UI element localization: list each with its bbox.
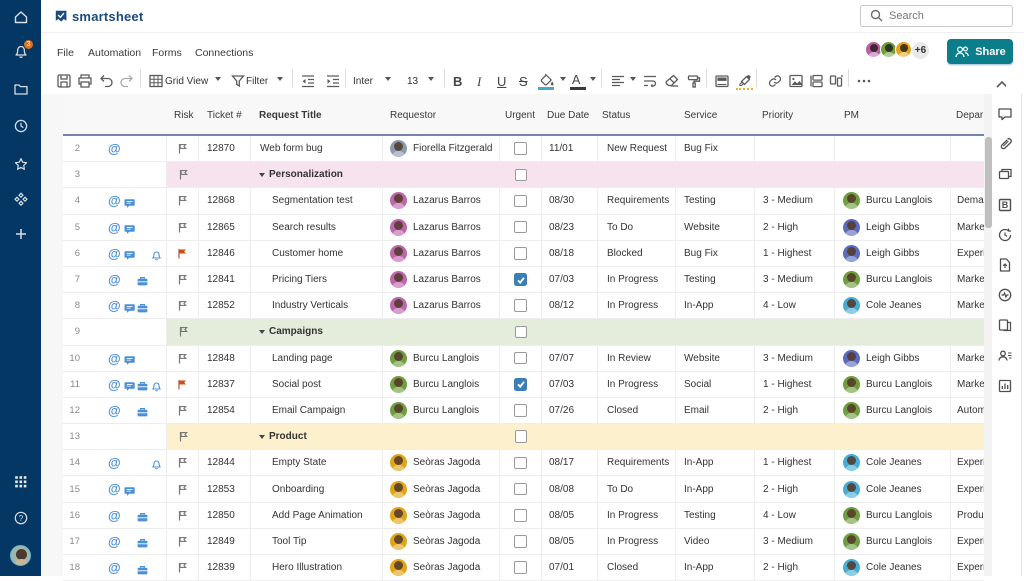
svg-text:?: ? [18,514,23,523]
svg-text:B: B [1002,200,1009,210]
